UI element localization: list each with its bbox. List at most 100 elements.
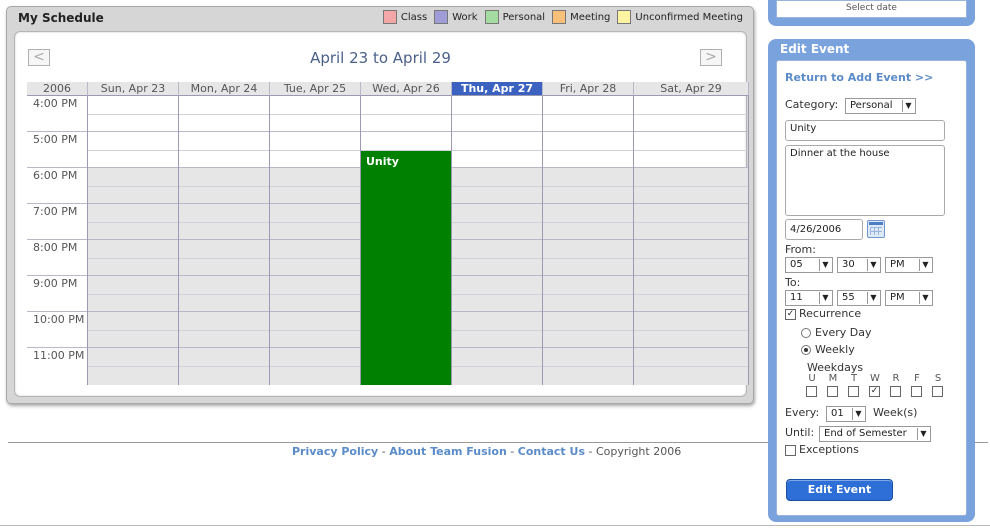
- weekday-saturday-checkbox[interactable]: [932, 386, 943, 397]
- chevron-down-icon: ▼: [819, 292, 831, 304]
- date-picker-panel-fragment: Select date: [768, 0, 975, 26]
- event-title: Unity: [366, 155, 399, 168]
- chevron-down-icon: ▼: [819, 259, 831, 271]
- from-label: From:: [785, 243, 816, 256]
- legend-item-personal: Personal: [484, 10, 545, 24]
- weekday-tuesday-checkbox[interactable]: [848, 386, 859, 397]
- recurrence-checkbox[interactable]: ✓: [785, 309, 796, 320]
- chevron-down-icon: ▼: [919, 292, 931, 304]
- day-header-tue[interactable]: Tue, Apr 25: [270, 82, 361, 96]
- from-hour-value: 05: [790, 259, 803, 270]
- day-header-mon[interactable]: Mon, Apr 24: [179, 82, 270, 96]
- time-label: 11:00 PM: [33, 349, 85, 362]
- until-select[interactable]: End of Semester ▼: [819, 426, 931, 442]
- weekday-friday-checkbox[interactable]: [911, 386, 922, 397]
- legend-swatch: [434, 10, 449, 24]
- weekday-letter: F: [914, 373, 920, 384]
- footer-separator: -: [506, 445, 518, 458]
- legend-label: Unconfirmed Meeting: [635, 11, 743, 23]
- from-ampm-select[interactable]: PM ▼: [885, 257, 933, 273]
- recurrence-label: Recurrence: [799, 307, 862, 320]
- every-day-radio[interactable]: [801, 328, 811, 338]
- contact-link[interactable]: Contact Us: [518, 445, 585, 458]
- category-select[interactable]: Personal ▼: [845, 98, 916, 114]
- day-header-sat[interactable]: Sat, Apr 29: [634, 82, 749, 96]
- select-date-field[interactable]: Select date: [776, 0, 967, 18]
- day-header-thu-today[interactable]: Thu, Apr 27: [452, 82, 543, 96]
- day-divider: [542, 96, 543, 385]
- copyright-text: Copyright 2006: [595, 445, 682, 458]
- legend: Class Work Personal Meeting Unconfirmed …: [376, 10, 743, 24]
- exceptions-checkbox[interactable]: [785, 445, 796, 456]
- chevron-down-icon: ▼: [852, 408, 864, 420]
- return-to-add-event-link[interactable]: Return to Add Event >>: [785, 71, 933, 84]
- every-day-label: Every Day: [815, 326, 872, 339]
- weekly-radio[interactable]: [801, 345, 811, 355]
- day-header-fri[interactable]: Fri, Apr 28: [543, 82, 634, 96]
- event-date-input[interactable]: 4/26/2006: [785, 219, 863, 240]
- to-hour-value: 11: [790, 292, 803, 303]
- legend-item-meeting: Meeting: [552, 10, 610, 24]
- event-block-unity[interactable]: Unity: [361, 151, 451, 385]
- day-divider: [87, 96, 88, 385]
- every-value: 01: [831, 408, 844, 419]
- day-header-wed[interactable]: Wed, Apr 26: [361, 82, 452, 96]
- event-description-textarea[interactable]: Dinner at the house: [785, 145, 945, 216]
- to-ampm-select[interactable]: PM ▼: [885, 290, 933, 306]
- to-hour-select[interactable]: 11 ▼: [785, 290, 833, 306]
- week-grid: 4:00 PM 5:00 PM 6:00 PM 7:00 PM 8:00 PM …: [27, 82, 749, 385]
- privacy-policy-link[interactable]: Privacy Policy: [292, 445, 378, 458]
- time-label: 6:00 PM: [33, 169, 78, 182]
- legend-item-work: Work: [434, 10, 478, 24]
- weekday-sunday-checkbox[interactable]: [806, 386, 817, 397]
- date-range-title: April 23 to April 29: [310, 49, 451, 67]
- every-select[interactable]: 01 ▼: [826, 406, 866, 422]
- day-divider: [633, 96, 634, 385]
- time-label: 4:00 PM: [33, 97, 78, 110]
- prev-week-button[interactable]: <: [28, 49, 50, 66]
- about-link[interactable]: About Team Fusion: [389, 445, 507, 458]
- calendar-icon[interactable]: [867, 220, 885, 238]
- year-header: 2006: [27, 82, 88, 96]
- from-minute-value: 30: [842, 259, 855, 270]
- time-label: 5:00 PM: [33, 133, 78, 146]
- until-label: Until:: [785, 426, 815, 439]
- chevron-down-icon: ▼: [902, 100, 914, 112]
- half-hour-line: [87, 114, 749, 115]
- time-label: 10:00 PM: [33, 313, 85, 326]
- weeks-label: Week(s): [873, 406, 918, 419]
- legend-item-class: Class: [382, 10, 428, 24]
- day-divider: [269, 96, 270, 385]
- footer-separator: -: [585, 445, 596, 458]
- panel-title: My Schedule: [18, 11, 104, 25]
- weekly-label: Weekly: [815, 343, 855, 356]
- time-label: 7:00 PM: [33, 205, 78, 218]
- weekday-monday-checkbox[interactable]: [827, 386, 838, 397]
- next-week-button[interactable]: >: [700, 49, 722, 66]
- event-title-input[interactable]: Unity: [785, 120, 945, 141]
- day-divider: [178, 96, 179, 385]
- day-header-sun[interactable]: Sun, Apr 23: [88, 82, 179, 96]
- legend-label: Class: [400, 11, 428, 23]
- chevron-down-icon: ▼: [867, 292, 879, 304]
- from-ampm-value: PM: [890, 259, 905, 270]
- weekday-wednesday-checkbox[interactable]: ✓: [869, 386, 880, 397]
- from-hour-select[interactable]: 05 ▼: [785, 257, 833, 273]
- weekday-letter: R: [892, 373, 900, 384]
- edit-event-form: Return to Add Event >> Category: Persona…: [776, 60, 967, 516]
- day-divider: [451, 96, 452, 385]
- exceptions-label: Exceptions: [799, 443, 859, 456]
- weekday-thursday-checkbox[interactable]: [890, 386, 901, 397]
- weekday-letter: W: [870, 373, 880, 384]
- edit-event-button[interactable]: Edit Event: [786, 479, 893, 501]
- legend-swatch: [617, 10, 632, 24]
- legend-swatch: [552, 10, 567, 24]
- weekday-letter: T: [850, 373, 858, 384]
- edit-panel-title: Edit Event: [780, 42, 850, 56]
- from-minute-select[interactable]: 30 ▼: [837, 257, 881, 273]
- footer: Privacy Policy - About Team Fusion - Con…: [292, 445, 681, 458]
- time-label: 8:00 PM: [33, 241, 78, 254]
- chevron-down-icon: ▼: [867, 259, 879, 271]
- weekday-letter: S: [934, 373, 942, 384]
- to-minute-select[interactable]: 55 ▼: [837, 290, 881, 306]
